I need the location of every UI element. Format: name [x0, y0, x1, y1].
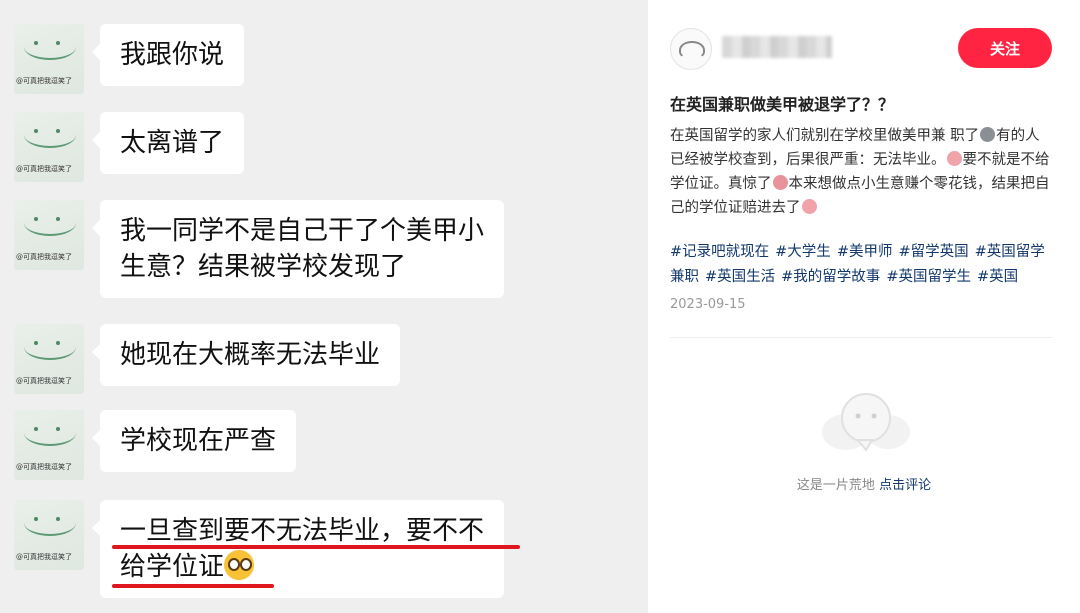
chat-message: @可真把我逗笑了 我一同学不是自己干了个美甲小 生意？结果被学校发现了: [14, 200, 505, 298]
empty-comments-icon: [822, 393, 910, 452]
tag-link[interactable]: #大学生: [775, 244, 831, 260]
avatar-caption: @可真把我逗笑了: [16, 463, 72, 471]
comment-link[interactable]: 点击评论: [879, 478, 931, 493]
divider: [670, 337, 1052, 338]
avatar: @可真把我逗笑了: [14, 324, 84, 394]
highlight-underline: [112, 545, 520, 549]
post-body: 在英国留学的家人们就别在学校里做美甲兼 职了 有的人已经被学校查到，后果很严重：无…: [670, 124, 1054, 220]
post-body-text: 在英国留学的家人们就别在学校里做美甲兼 职了: [670, 128, 980, 144]
chat-bubble: 她现在大概率无法毕业: [91, 324, 401, 386]
avatar: @可真把我逗笑了: [14, 500, 84, 570]
avatar-caption: @可真把我逗笑了: [16, 165, 72, 173]
chat-screenshot: @可真把我逗笑了 我跟你说 @可真把我逗笑了 太离谱了 @可真把我逗笑了 我一同…: [0, 0, 648, 613]
chat-message: @可真把我逗笑了 学校现在严查: [14, 410, 297, 480]
avatar-caption: @可真把我逗笑了: [16, 253, 72, 261]
tag-link[interactable]: #记录吧就现在: [670, 244, 769, 260]
empty-label: 这是一片荒地: [796, 478, 875, 493]
chat-bubble-line: 给学位证: [120, 549, 484, 585]
tag-link[interactable]: #英国: [977, 269, 1018, 285]
chat-bubble: 我跟你说: [91, 24, 245, 86]
avatar-caption: @可真把我逗笑了: [16, 553, 72, 561]
avatar: @可真把我逗笑了: [14, 410, 84, 480]
avatar: @可真把我逗笑了: [14, 24, 84, 94]
chat-bubble-text: 给学位证: [120, 552, 225, 582]
chat-message: @可真把我逗笑了 太离谱了: [14, 112, 245, 182]
scream-face-icon: [772, 175, 788, 190]
poop-icon: [980, 127, 996, 142]
avatar: @可真把我逗笑了: [14, 112, 84, 182]
scream-face-icon: [946, 151, 962, 166]
chat-bubble: 太离谱了: [91, 112, 245, 174]
tag-link[interactable]: #留学英国: [898, 244, 968, 260]
post-tags: #记录吧就现在 #大学生 #美甲师 #留学英国 #英国留学兼职 #英国生活 #我的留学故事 #…: [670, 240, 1054, 290]
author-name-redacted[interactable]: [722, 36, 832, 58]
follow-button[interactable]: 关注: [958, 28, 1052, 68]
avatar-caption: @可真把我逗笑了: [16, 77, 72, 85]
chat-message: @可真把我逗笑了 她现在大概率无法毕业: [14, 324, 401, 394]
chat-bubble: 学校现在严查: [91, 410, 297, 472]
tag-link[interactable]: #英国生活: [705, 269, 775, 285]
chat-bubble: 我一同学不是自己干了个美甲小 生意？结果被学校发现了: [91, 200, 505, 298]
post-date: 2023-09-15: [670, 297, 746, 312]
scream-face-icon: [801, 199, 817, 214]
flushed-face-icon: [224, 550, 255, 580]
chat-message: @可真把我逗笑了 我跟你说: [14, 24, 245, 94]
tag-link[interactable]: #美甲师: [837, 244, 893, 260]
post-title: 在英国兼职做美甲被退学了？？: [670, 95, 895, 114]
chat-bubble-line: 生意？结果被学校发现了: [120, 252, 407, 282]
highlight-underline: [112, 584, 274, 588]
tag-link[interactable]: #英国留学生: [886, 269, 971, 285]
avatar-caption: @可真把我逗笑了: [16, 377, 72, 385]
tag-link[interactable]: #我的留学故事: [781, 269, 880, 285]
chat-bubble-line: 一旦查到要不无法毕业，要不不: [120, 516, 485, 546]
post-panel: 关注 在英国兼职做美甲被退学了？？ 在英国留学的家人们就别在学校里做美甲兼 职了…: [648, 0, 1080, 613]
avatar: @可真把我逗笑了: [14, 200, 84, 270]
chat-bubble-line: 我一同学不是自己干了个美甲小: [120, 216, 485, 246]
author-avatar[interactable]: [670, 28, 712, 70]
empty-comments-text: 这是一片荒地 点击评论: [648, 474, 1080, 493]
